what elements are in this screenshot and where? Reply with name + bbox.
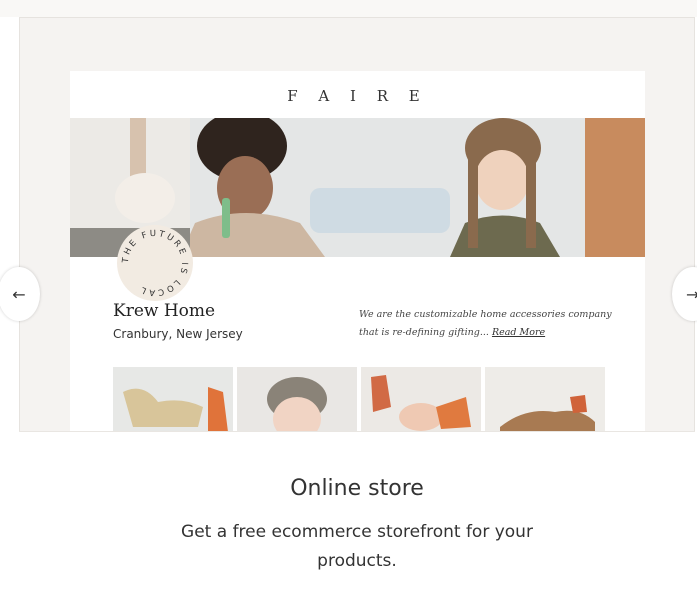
previous-slide-button[interactable]: ← (0, 267, 40, 321)
arrow-right-icon: → (686, 285, 697, 304)
product-thumbnails (113, 367, 605, 432)
store-description: We are the customizable home accessories… (359, 306, 619, 342)
read-more-link[interactable]: Read More (492, 327, 545, 338)
product-thumbnail-4[interactable] (485, 367, 605, 432)
store-description-text: We are the customizable home accessories… (359, 309, 612, 338)
feature-description: Get a free ecommerce storefront for your… (181, 522, 533, 571)
arrow-left-icon: ← (12, 284, 26, 304)
feature-title: Online store (290, 476, 424, 501)
product-thumbnail-1[interactable] (113, 367, 233, 432)
future-is-local-badge: THE FUTURE IS LOCAL (117, 225, 193, 301)
product-thumbnail-3[interactable] (361, 367, 481, 432)
product-thumbnail-2[interactable] (237, 367, 357, 432)
page-top-strip (0, 0, 697, 17)
storefront-preview: F A I R E THE FUTURE IS LOCAL Krew Home … (70, 71, 645, 432)
brand-logo: F A I R E (287, 87, 428, 105)
store-location: Cranbury, New Jersey (113, 327, 243, 341)
store-name: Krew Home (113, 301, 216, 321)
feature-text-panel: Online store Get a free ecommerce storef… (19, 431, 695, 606)
